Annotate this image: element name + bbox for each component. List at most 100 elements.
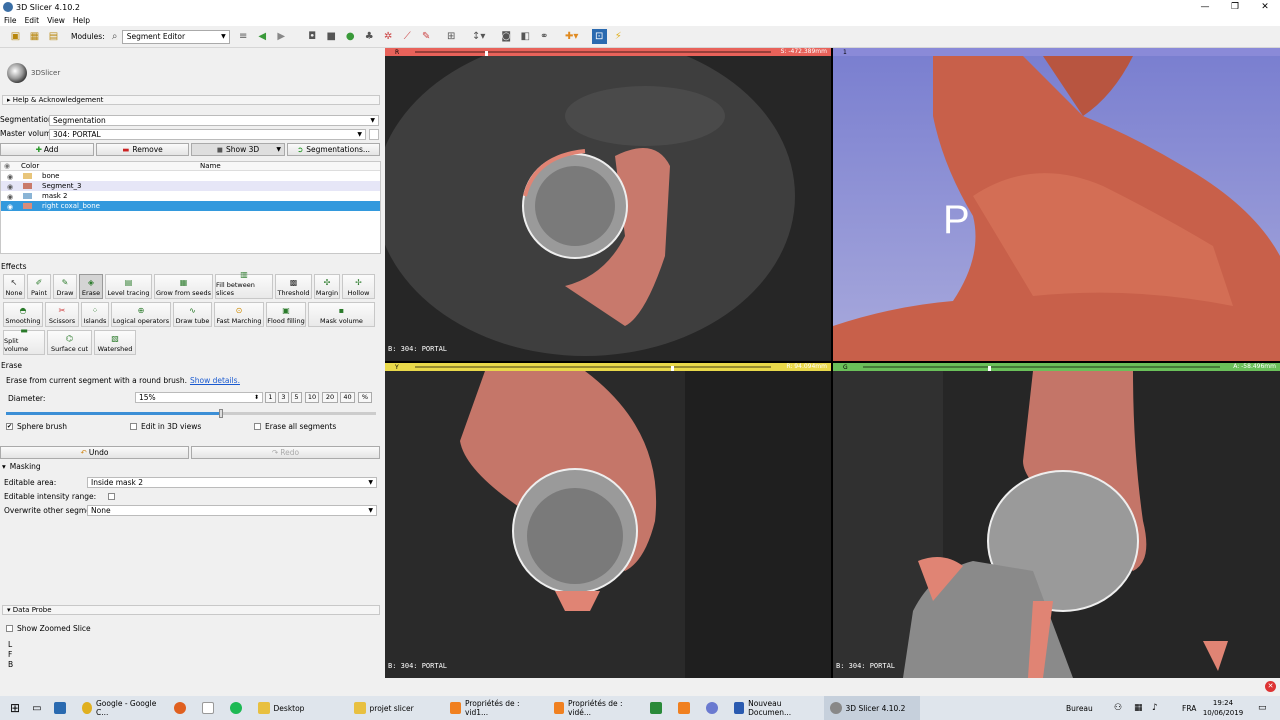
- link-icon[interactable]: ⚭: [537, 29, 552, 44]
- taskbar-properties-2[interactable]: Propriétés de : vidé...: [548, 696, 644, 720]
- segment-name[interactable]: Segment_3: [42, 181, 81, 191]
- segmentation-selector[interactable]: Segmentation ▼: [49, 115, 379, 126]
- taskbar-projet-slicer[interactable]: projet slicer: [348, 696, 444, 720]
- python-console-icon[interactable]: ⚡: [611, 29, 626, 44]
- show-details-link[interactable]: Show details.: [190, 376, 240, 385]
- language-indicator[interactable]: FRA: [1176, 696, 1202, 720]
- undo-button[interactable]: ↶ Undo: [0, 446, 189, 459]
- show-zoomed-slice-checkbox[interactable]: Show Zoomed Slice: [6, 624, 91, 633]
- effect-grow-from-seeds-button[interactable]: ▦ Grow from seeds: [154, 274, 213, 299]
- segmentations-button[interactable]: ➲ Segmentations...: [287, 143, 380, 156]
- effect-draw-button[interactable]: ✎ Draw: [53, 274, 77, 299]
- editable-area-selector[interactable]: Inside mask 2 ▼: [87, 477, 377, 488]
- clock[interactable]: 19:24 10/06/2019: [1200, 698, 1246, 718]
- sphere-brush-checkbox[interactable]: ✔ Sphere brush: [6, 422, 67, 431]
- slice-offset-slider[interactable]: [415, 366, 771, 374]
- slice-offset-slider[interactable]: [863, 366, 1220, 374]
- spotify-icon[interactable]: [224, 696, 252, 720]
- back-arrow-icon[interactable]: ◀: [255, 29, 270, 44]
- redo-button[interactable]: ↷ Redo: [191, 446, 380, 459]
- segment-color-swatch[interactable]: [23, 193, 32, 199]
- remove-segment-button[interactable]: ▬ Remove: [96, 143, 189, 156]
- effect-hollow-button[interactable]: ✢ Hollow: [342, 274, 375, 299]
- erase-all-segments-checkbox[interactable]: Erase all segments: [254, 422, 336, 431]
- segment-name[interactable]: bone: [42, 171, 59, 181]
- diameter-preset-20[interactable]: 20: [322, 392, 338, 403]
- checkbox-icon[interactable]: [254, 423, 261, 430]
- taskbar-desktop[interactable]: Desktop: [252, 696, 348, 720]
- save-icon[interactable]: ▤: [46, 29, 61, 44]
- effect-logical-operators-button[interactable]: ⊕ Logical operators: [111, 302, 171, 327]
- checkbox-icon[interactable]: [6, 625, 13, 632]
- diameter-preset-40[interactable]: 40: [340, 392, 355, 403]
- data-probe-header[interactable]: ▾ Data Probe: [2, 605, 380, 615]
- effect-fill-between-slices-button[interactable]: ▥ Fill between slices: [215, 270, 273, 299]
- menu-edit[interactable]: Edit: [25, 16, 40, 25]
- firefox-icon[interactable]: [168, 696, 196, 720]
- 3d-view[interactable]: 1 P: [833, 48, 1280, 361]
- menu-view[interactable]: View: [47, 16, 65, 25]
- segment-color-swatch[interactable]: [23, 173, 32, 179]
- screenshot-icon[interactable]: ◙: [499, 29, 514, 44]
- fiducial-place-icon[interactable]: ✚▾: [562, 29, 582, 44]
- crosshair-menu-icon[interactable]: ↕▾: [469, 29, 489, 44]
- diameter-slider[interactable]: [6, 409, 376, 418]
- task-view-icon[interactable]: ▭: [26, 696, 47, 720]
- red-slice-controller[interactable]: R S: -472.389mm: [385, 48, 831, 59]
- eye-icon[interactable]: ◉: [7, 202, 13, 212]
- add-segment-button[interactable]: ✚ Add: [0, 143, 94, 156]
- volume-cube-icon[interactable]: ■: [324, 29, 339, 44]
- spin-arrows-icon[interactable]: ⬍: [254, 393, 259, 402]
- module-selector[interactable]: Segment Editor ▼: [121, 29, 230, 44]
- intensity-range-checkbox[interactable]: [108, 493, 116, 500]
- segment-color-swatch[interactable]: [23, 183, 32, 189]
- vlc-taskbar-icon[interactable]: [672, 696, 700, 720]
- table-row[interactable]: ◉ bone: [1, 171, 380, 181]
- effect-smoothing-button[interactable]: ◓ Smoothing: [3, 302, 43, 327]
- overwrite-selector[interactable]: None ▼: [87, 505, 377, 516]
- minimize-button[interactable]: —: [1190, 0, 1220, 14]
- ruler-icon[interactable]: ⟋: [400, 29, 415, 44]
- taskbar-chrome[interactable]: Google - Google C...: [76, 696, 168, 720]
- green-slice-view[interactable]: G A: -58.496mm B: 304: PORTAL: [833, 363, 1280, 678]
- diameter-preset-1[interactable]: 1: [265, 392, 276, 403]
- segment-color-swatch[interactable]: [23, 203, 32, 209]
- taskbar-properties-1[interactable]: Propriétés de : vid1...: [444, 696, 548, 720]
- segment-editor-icon[interactable]: ✎: [419, 29, 434, 44]
- effect-paint-button[interactable]: ✐ Paint: [27, 274, 51, 299]
- effect-watershed-button[interactable]: ▧ Watershed: [94, 330, 136, 355]
- close-button[interactable]: ✕: [1250, 0, 1280, 14]
- effect-surface-cut-button[interactable]: ⌬ Surface cut: [47, 330, 92, 355]
- color-column-header[interactable]: Color: [21, 162, 39, 171]
- models-icon[interactable]: ●: [343, 29, 358, 44]
- effect-fast-marching-button[interactable]: ⊙ Fast Marching: [214, 302, 264, 327]
- extension-manager-icon[interactable]: ⊡: [591, 29, 607, 44]
- error-log-icon[interactable]: ✕: [1265, 681, 1276, 692]
- desktop-toolbar-label[interactable]: Bureau: [1060, 696, 1099, 720]
- markups-icon[interactable]: ✲: [381, 29, 396, 44]
- transforms-icon[interactable]: ♣: [362, 29, 377, 44]
- masking-section-header[interactable]: ▾ Masking: [2, 462, 41, 471]
- extension-icon[interactable]: ◘: [305, 29, 320, 44]
- module-search-icon[interactable]: ⌕: [110, 29, 120, 44]
- r-icon[interactable]: [644, 696, 672, 720]
- segment-name[interactable]: right coxal_bone: [42, 201, 100, 211]
- dicom-icon[interactable]: ▦: [27, 29, 42, 44]
- layout-icon[interactable]: ⊞: [444, 29, 459, 44]
- help-section-header[interactable]: ▸ Help & Acknowledgement: [2, 95, 380, 105]
- menu-help[interactable]: Help: [73, 16, 90, 25]
- table-row[interactable]: ◉ mask 2: [1, 191, 380, 201]
- green-slice-controller[interactable]: G A: -58.496mm: [833, 363, 1280, 374]
- yellow-slice-controller[interactable]: Y R: 94.094mm: [385, 363, 831, 374]
- table-row[interactable]: ◉ right coxal_bone: [1, 201, 380, 211]
- diameter-preset-3[interactable]: 3: [278, 392, 289, 403]
- show-3d-button[interactable]: ◼ Show 3D ▼: [191, 143, 285, 156]
- discord-icon[interactable]: [700, 696, 728, 720]
- effect-mask-volume-button[interactable]: ▪ Mask volume: [308, 302, 375, 327]
- diameter-spinbox[interactable]: 15% ⬍: [135, 392, 263, 403]
- effect-islands-button[interactable]: ⁘ Islands: [81, 302, 109, 327]
- effect-threshold-button[interactable]: ▩ Threshold: [275, 274, 312, 299]
- diameter-preset-10[interactable]: 10: [305, 392, 319, 403]
- effect-level-tracing-button[interactable]: ▤ Level tracing: [105, 274, 152, 299]
- checkmark-icon[interactable]: ✔: [6, 423, 13, 430]
